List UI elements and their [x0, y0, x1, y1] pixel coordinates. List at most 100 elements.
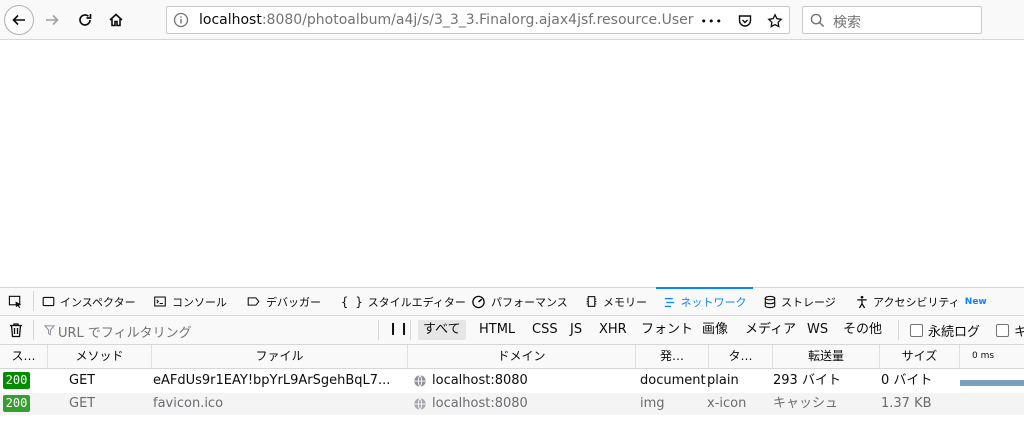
- column-header-method[interactable]: メソッド: [48, 345, 152, 368]
- waterfall-bar: [960, 380, 1024, 386]
- column-header-cause[interactable]: 発…: [636, 345, 709, 368]
- pocket-icon[interactable]: [737, 13, 753, 29]
- filter-type-fonts[interactable]: フォント: [636, 320, 698, 340]
- devtools-tabbar: インスペクター コンソール デバッガー { } スタイルエディター パフォーマン…: [0, 287, 1024, 316]
- new-badge: New: [964, 296, 987, 307]
- tab-label: コンソール: [172, 295, 227, 309]
- pause-button[interactable]: ❙❙: [388, 321, 410, 335]
- search-icon: [810, 13, 825, 28]
- tab-label: インスペクター: [60, 295, 136, 309]
- tab-accessibility[interactable]: アクセシビリティ New: [856, 288, 987, 315]
- persist-logs-label: 永続ログ: [928, 325, 981, 340]
- debugger-icon: [247, 297, 260, 306]
- element-picker-button[interactable]: [8, 288, 23, 315]
- filter-type-ws[interactable]: WS: [802, 320, 833, 340]
- tab-label: パフォーマンス: [491, 295, 568, 309]
- trash-icon[interactable]: [9, 322, 23, 338]
- cause-cell: document: [640, 373, 706, 388]
- domain-cell: localhost:8080: [432, 373, 528, 388]
- element-picker-icon: [8, 295, 22, 309]
- filter-type-html[interactable]: HTML: [474, 320, 520, 340]
- arrow-right-icon: [46, 14, 59, 26]
- disable-cache-checkbox[interactable]: キ: [996, 321, 1024, 340]
- tab-label: ネットワーク: [680, 296, 747, 309]
- status-badge: 200: [3, 395, 30, 412]
- type-cell: plain: [707, 373, 739, 388]
- console-icon: [154, 296, 166, 307]
- file-cell: eAFdUs9r1EAY!bpYrL9ArSgehBqL7...: [153, 373, 391, 388]
- tab-network[interactable]: ネットワーク: [656, 287, 753, 315]
- column-header-timeline[interactable]: 0 ms: [960, 345, 1024, 368]
- reload-button[interactable]: [70, 5, 100, 35]
- search-bar[interactable]: 検索: [802, 6, 982, 34]
- column-header-size[interactable]: サイズ: [880, 345, 960, 368]
- bookmark-star-icon[interactable]: [767, 13, 783, 29]
- filter-type-media[interactable]: メディア: [740, 320, 801, 340]
- checkbox-box[interactable]: [996, 324, 1009, 337]
- column-header-transferred[interactable]: 転送量: [773, 345, 880, 368]
- cause-cell: img: [640, 396, 665, 411]
- tab-label: スタイルエディター: [367, 295, 466, 309]
- tab-performance[interactable]: パフォーマンス: [471, 288, 568, 315]
- filter-separator: [410, 320, 411, 340]
- home-icon: [109, 13, 123, 27]
- tab-memory[interactable]: メモリー: [585, 288, 647, 315]
- filter-separator: [33, 320, 34, 340]
- accessibility-icon: [857, 295, 867, 308]
- tab-storage[interactable]: ストレージ: [764, 288, 836, 315]
- filter-separator: [378, 320, 379, 340]
- disable-cache-label: キ: [1014, 325, 1024, 340]
- page-actions-icon[interactable]: •••: [701, 15, 723, 28]
- url-text[interactable]: localhost:8080/photoalbum/a4j/s/3_3_3.Fi…: [199, 12, 709, 30]
- memory-icon: [586, 296, 597, 307]
- globe-icon: [414, 375, 426, 387]
- arrow-left-icon: [12, 14, 25, 26]
- network-filter-bar: URL でフィルタリング ❙❙ すべて HTML CSS JS XHR フォント…: [0, 316, 1024, 345]
- column-header-type[interactable]: タ…: [709, 345, 773, 368]
- file-cell: favicon.ico: [153, 396, 224, 411]
- tab-console[interactable]: コンソール: [153, 288, 227, 315]
- style-editor-icon: { }: [341, 294, 363, 309]
- filter-type-css[interactable]: CSS: [527, 320, 563, 340]
- table-row[interactable]: 200 GET eAFdUs9r1EAY!bpYrL9ArSgehBqL7...…: [0, 370, 1024, 392]
- network-icon: [664, 297, 674, 307]
- size-cell: 1.37 KB: [881, 396, 932, 411]
- url-filter-input[interactable]: URL でフィルタリング: [58, 322, 192, 341]
- search-placeholder: 検索: [833, 15, 861, 31]
- size-cell: 0 バイト: [881, 373, 933, 388]
- column-header-status[interactable]: ス…: [0, 345, 48, 368]
- filter-type-xhr[interactable]: XHR: [594, 320, 632, 340]
- type-cell: x-icon: [707, 396, 747, 411]
- tab-style-editor[interactable]: { } スタイルエディター: [341, 288, 466, 315]
- tab-label: ストレージ: [781, 295, 836, 309]
- filter-type-other[interactable]: その他: [838, 320, 887, 340]
- info-icon[interactable]: [173, 12, 189, 28]
- browser-toolbar: localhost:8080/photoalbum/a4j/s/3_3_3.Fi…: [0, 0, 1024, 40]
- method-cell: GET: [69, 396, 96, 411]
- forward-button[interactable]: [37, 5, 67, 35]
- url-actions: •••: [701, 11, 783, 31]
- tab-debugger[interactable]: デバッガー: [246, 288, 321, 315]
- transferred-cell: 293 バイト: [773, 373, 841, 388]
- filter-type-images[interactable]: 画像: [697, 320, 733, 340]
- method-cell: GET: [69, 373, 96, 388]
- table-row[interactable]: 200 GET favicon.ico localhost:8080 img x…: [0, 393, 1024, 415]
- url-bar[interactable]: localhost:8080/photoalbum/a4j/s/3_3_3.Fi…: [166, 6, 790, 34]
- column-header-file[interactable]: ファイル: [152, 345, 408, 368]
- inspector-icon: [42, 296, 55, 307]
- requests-table-header: ス… メソッド ファイル ドメイン 発… タ… 転送量 サイズ 0 ms: [0, 345, 1024, 369]
- tab-label: デバッガー: [266, 295, 321, 309]
- filter-type-all[interactable]: すべて: [418, 320, 466, 340]
- filter-separator: [898, 320, 899, 340]
- url-path: :8080/photoalbum/a4j/s/3_3_3.Finalorg.aj…: [261, 12, 694, 28]
- status-badge: 200: [3, 372, 30, 389]
- home-button[interactable]: [101, 5, 131, 35]
- transferred-cell: キャッシュ: [773, 396, 839, 411]
- storage-icon: [764, 295, 776, 308]
- checkbox-box[interactable]: [910, 324, 923, 337]
- filter-type-js[interactable]: JS: [565, 320, 587, 340]
- column-header-domain[interactable]: ドメイン: [408, 345, 636, 368]
- back-button[interactable]: [4, 5, 34, 35]
- persist-logs-checkbox[interactable]: 永続ログ: [910, 321, 980, 340]
- tab-inspector[interactable]: インスペクター: [42, 288, 136, 315]
